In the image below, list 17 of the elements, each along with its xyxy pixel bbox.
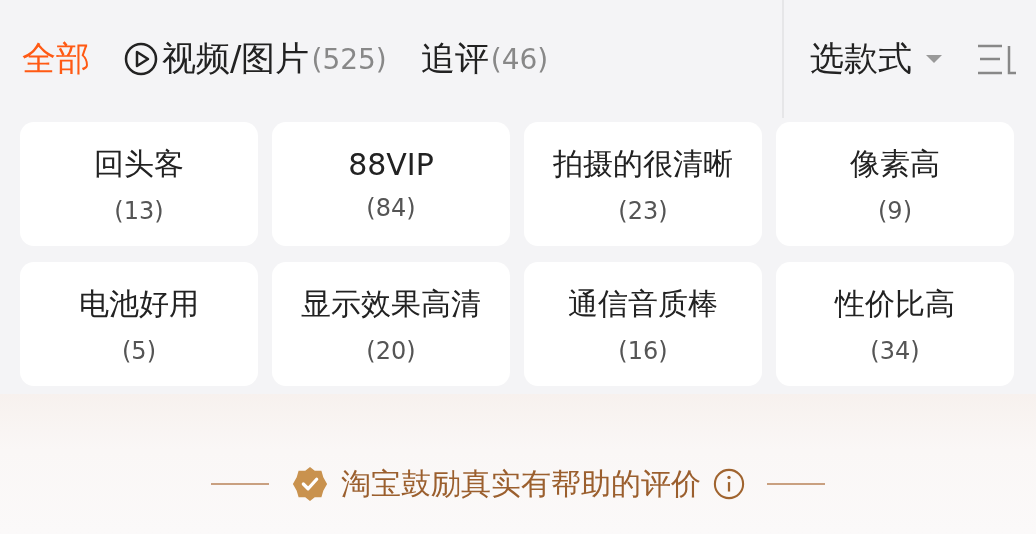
filter-tab[interactable]: 追评(46) [420,36,549,82]
review-tag[interactable]: 像素高 (9) [776,122,1014,246]
review-tag[interactable]: 电池好用 (5) [20,262,258,386]
verified-badge-icon [291,465,329,503]
caret-icon [924,53,944,65]
play-icon [124,42,158,76]
review-tag[interactable]: 显示效果高清 (20) [272,262,510,386]
style-dropdown[interactable]: 选款式 [810,36,944,82]
notice-text: 淘宝鼓励真实有帮助的评价 [341,464,701,503]
info-icon[interactable] [713,468,745,500]
review-tag[interactable]: 性价比高 (34) [776,262,1014,386]
review-tag[interactable]: 88VIP (84) [272,122,510,246]
review-tag[interactable]: 拍摄的很清晰 (23) [524,122,762,246]
filter-tab[interactable]: 视频/图片(525) [124,36,387,82]
review-tag[interactable]: 回头客 (13) [20,122,258,246]
review-tag[interactable]: 通信音质棒 (16) [524,262,762,386]
sort-icon[interactable] [976,42,1016,76]
